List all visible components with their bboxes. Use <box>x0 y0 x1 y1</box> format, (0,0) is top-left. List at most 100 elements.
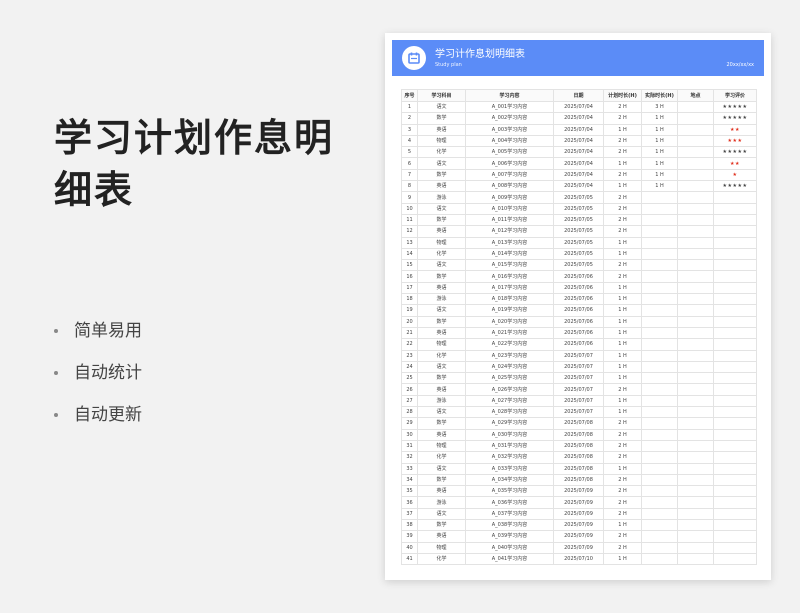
rating-cell <box>713 496 757 509</box>
table-cell: A_019学习内容 <box>465 304 554 317</box>
table-cell: 2025/07/10 <box>553 552 604 566</box>
feature-item: 自动更新 <box>54 394 142 436</box>
table-cell <box>677 157 714 170</box>
table-cell: A_021学习内容 <box>465 326 554 340</box>
table-cell: 32 <box>401 451 418 464</box>
table-cell: A_020学习内容 <box>465 315 554 328</box>
table-cell: A_041学习内容 <box>465 552 554 566</box>
table-row: 34 数学 A_034学习内容 2025/07/08 2 H <box>401 473 757 487</box>
table-cell <box>677 541 714 554</box>
table-cell: A_009学习内容 <box>465 191 554 204</box>
table-cell: 2 H <box>603 168 642 182</box>
table-cell: 2 H <box>603 541 642 554</box>
table-cell: 2 H <box>603 213 642 227</box>
table-cell: A_014学习内容 <box>465 247 554 261</box>
table-cell: 22 <box>401 338 418 351</box>
table-cell: A_022学习内容 <box>465 338 554 351</box>
table-cell: 2025/07/04 <box>553 112 604 125</box>
table-cell <box>677 518 714 532</box>
table-cell: 1 H <box>641 157 678 170</box>
rating-cell <box>713 451 757 464</box>
table-cell: A_024学习内容 <box>465 360 554 374</box>
table-cell: 物理 <box>417 338 466 351</box>
table-cell: 27 <box>401 394 418 408</box>
rating-cell: ★★★★★ <box>713 100 757 114</box>
table-cell: 数学 <box>417 112 466 125</box>
table-cell <box>641 428 678 441</box>
table-row: 12 英语 A_012学习内容 2025/07/05 2 H <box>401 225 757 238</box>
table-cell: 24 <box>401 360 418 374</box>
table-cell <box>641 394 678 408</box>
table-cell: 2025/07/05 <box>553 191 604 204</box>
table-cell: A_025学习内容 <box>465 372 554 385</box>
column-header: 日期 <box>553 89 604 102</box>
table-cell: 2025/07/04 <box>553 123 604 136</box>
table-cell: 2025/07/06 <box>553 338 604 351</box>
table-cell: A_003学习内容 <box>465 123 554 136</box>
table-cell <box>677 100 714 114</box>
table-cell <box>641 552 678 566</box>
table-cell: A_031学习内容 <box>465 439 554 453</box>
table-cell: A_023学习内容 <box>465 349 554 362</box>
table-row: 39 英语 A_039学习内容 2025/07/09 2 H <box>401 530 757 543</box>
table-cell: 2 H <box>603 134 642 148</box>
table-cell <box>641 236 678 249</box>
table-cell: 游泳 <box>417 293 466 306</box>
table-cell: 9 <box>401 191 418 204</box>
table-cell <box>677 259 714 272</box>
table-cell: A_005学习内容 <box>465 146 554 159</box>
rating-cell <box>713 225 757 238</box>
table-cell: A_016学习内容 <box>465 270 554 283</box>
table-cell: 语文 <box>417 406 466 419</box>
table-cell <box>677 281 714 295</box>
table-cell <box>641 315 678 328</box>
table-cell: 1 H <box>603 180 642 193</box>
table-row: 23 化学 A_023学习内容 2025/07/07 1 H <box>401 349 757 362</box>
bullet-icon <box>54 371 58 375</box>
table-cell: 2025/07/09 <box>553 518 604 532</box>
table-cell: 2025/07/06 <box>553 304 604 317</box>
rating-cell <box>713 213 757 227</box>
table-cell: A_027学习内容 <box>465 394 554 408</box>
table-cell: A_032学习内容 <box>465 451 554 464</box>
rating-cell <box>713 338 757 351</box>
table-cell: 2 H <box>603 473 642 487</box>
table-cell: 19 <box>401 304 418 317</box>
table-cell: 2 H <box>603 191 642 204</box>
table-cell: A_038学习内容 <box>465 518 554 532</box>
table-row: 3 英语 A_003学习内容 2025/07/04 1 H1 H ★★ <box>401 123 757 136</box>
table-cell: 2 H <box>603 202 642 215</box>
rating-cell <box>713 473 757 487</box>
table-cell: 物理 <box>417 236 466 249</box>
table-cell <box>677 326 714 340</box>
table-cell: A_033学习内容 <box>465 462 554 475</box>
table-cell: 2025/07/06 <box>553 315 604 328</box>
table-cell: A_004学习内容 <box>465 134 554 148</box>
table-cell: 17 <box>401 281 418 295</box>
table-cell: 12 <box>401 225 418 238</box>
table-cell: 英语 <box>417 530 466 543</box>
table-cell: 2025/07/09 <box>553 496 604 509</box>
table-row: 30 英语 A_030学习内容 2025/07/08 2 H <box>401 428 757 441</box>
table-cell <box>677 338 714 351</box>
rating-cell <box>713 281 757 295</box>
table-cell <box>677 485 714 498</box>
table-cell: 2025/07/05 <box>553 202 604 215</box>
table-cell: 10 <box>401 202 418 215</box>
table-cell: 数学 <box>417 473 466 487</box>
table-cell: 语文 <box>417 157 466 170</box>
rating-cell <box>713 191 757 204</box>
table-cell: 2025/07/08 <box>553 439 604 453</box>
table-cell: 英语 <box>417 123 466 136</box>
table-cell: 游泳 <box>417 496 466 509</box>
table-cell <box>677 134 714 148</box>
table-cell: 语文 <box>417 462 466 475</box>
table-row: 19 语文 A_019学习内容 2025/07/06 1 H <box>401 304 757 317</box>
table-cell <box>677 315 714 328</box>
table-cell: 游泳 <box>417 191 466 204</box>
rating-cell <box>713 552 757 566</box>
table-cell <box>677 270 714 283</box>
table-cell: 2 H <box>603 100 642 114</box>
table-cell: 2025/07/07 <box>553 394 604 408</box>
table-cell: 2025/07/04 <box>553 157 604 170</box>
